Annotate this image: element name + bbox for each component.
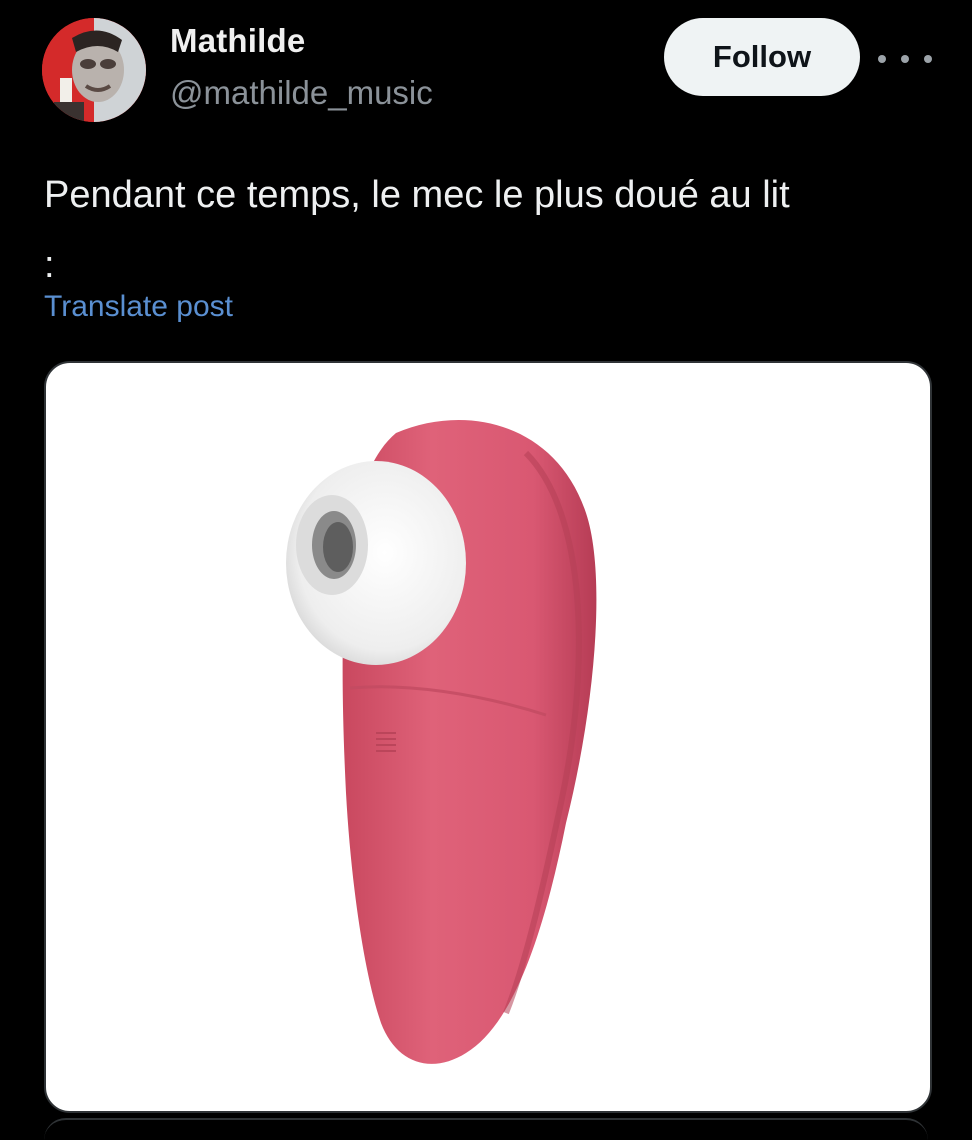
avatar[interactable] (42, 18, 146, 122)
more-dot (901, 55, 909, 63)
author-handle[interactable]: @mathilde_music (170, 74, 433, 112)
next-card-edge (44, 1118, 928, 1140)
more-dot (878, 55, 886, 63)
post: Mathilde @mathilde_music Follow Pendant … (0, 0, 972, 1140)
more-dot (924, 55, 932, 63)
post-text: Pendant ce temps, le mec le plus doué au… (44, 174, 790, 286)
more-horizontal-icon[interactable] (878, 44, 932, 74)
post-media-image[interactable] (44, 361, 932, 1113)
avatar-photo (42, 18, 146, 122)
author-name[interactable]: Mathilde (170, 22, 305, 60)
translate-post-link[interactable]: Translate post (44, 290, 233, 324)
product-photo (286, 419, 597, 1064)
follow-button[interactable]: Follow (664, 18, 860, 96)
